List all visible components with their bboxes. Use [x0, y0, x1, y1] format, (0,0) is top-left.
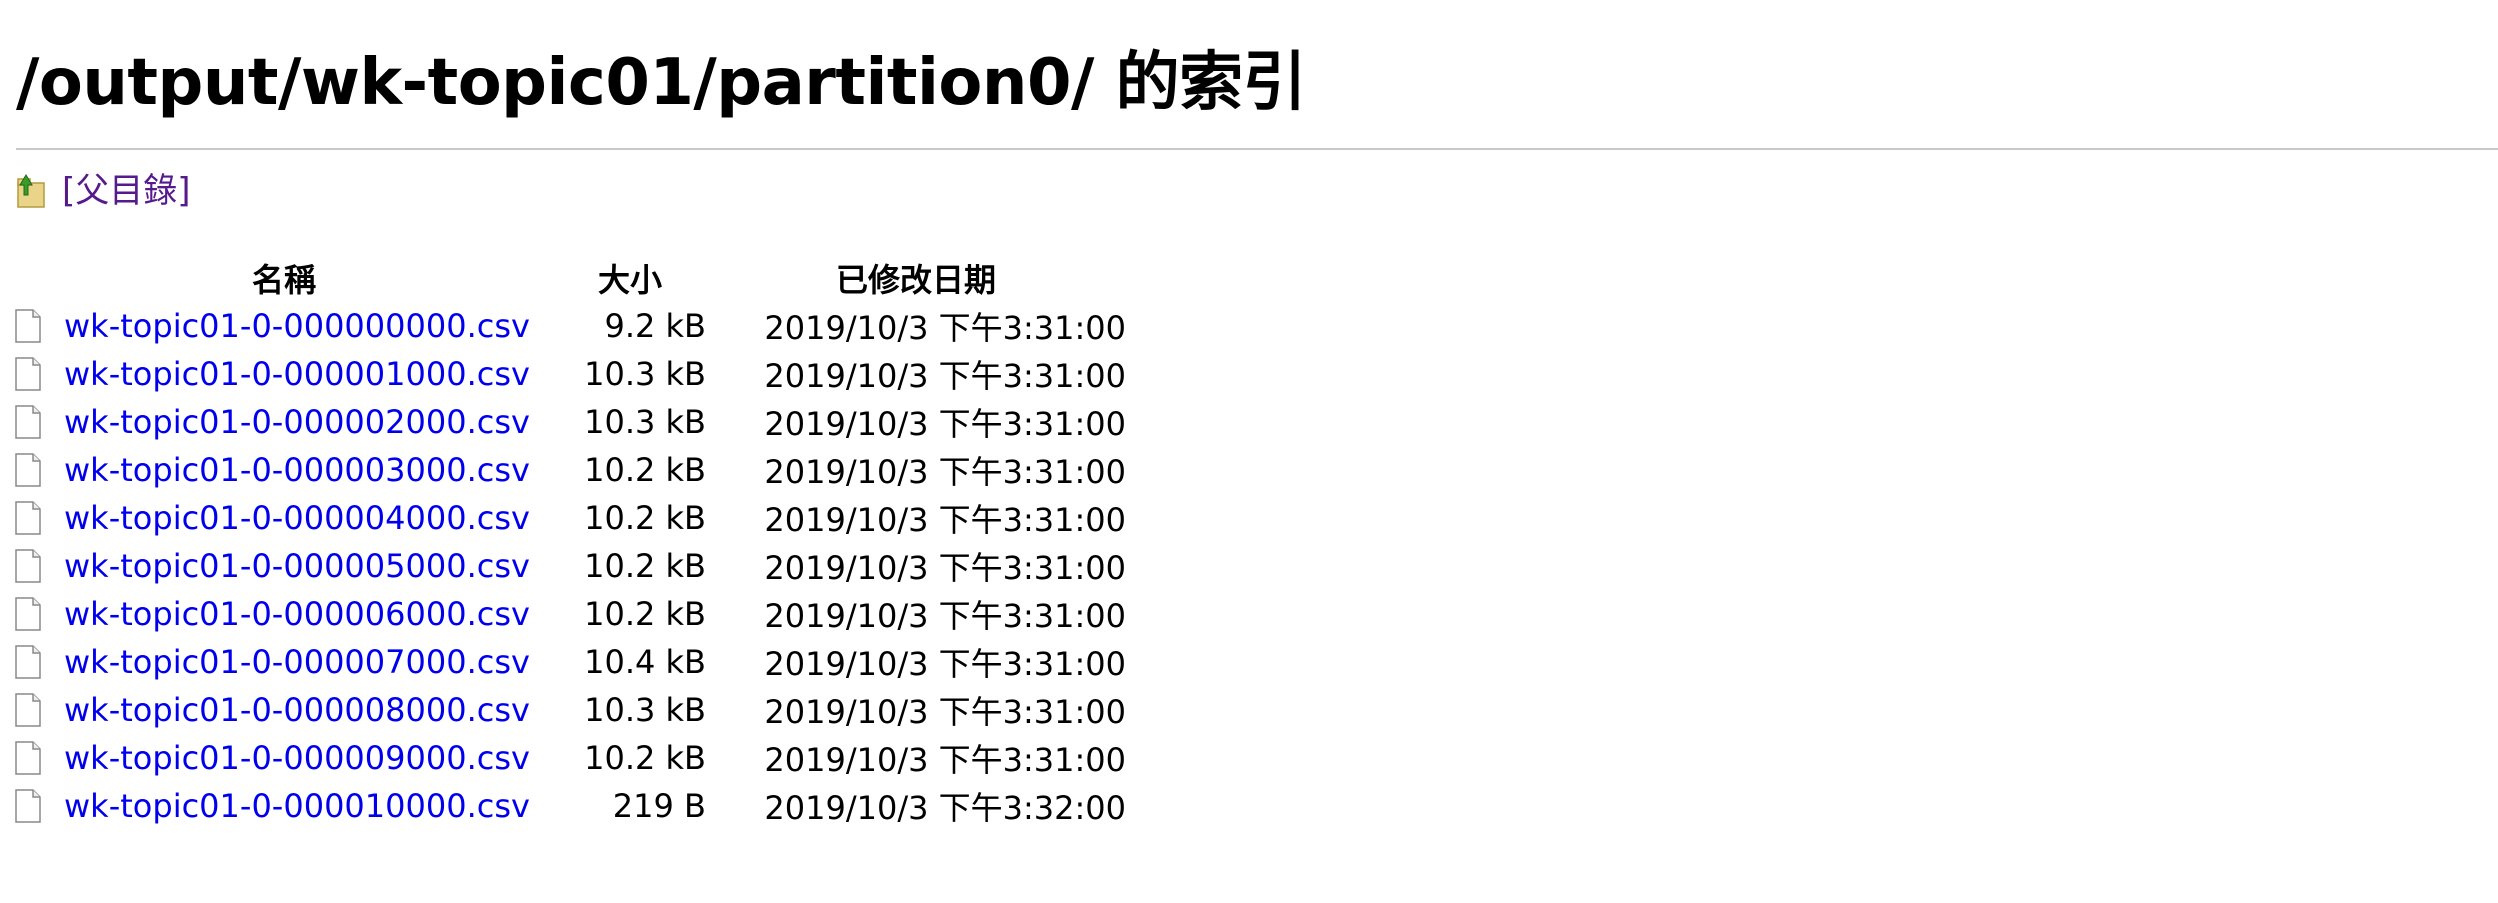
file-icon[interactable] [14, 501, 42, 535]
file-size-cell: 10.4 kB [584, 643, 706, 681]
page-title: /output/wk-topic01/partition0/ 的索引 [16, 46, 1307, 120]
table-row: wk-topic01-0-000003000.csv 10.2 kB 2019/10… [14, 446, 1126, 494]
file-size-cell: 10.3 kB [584, 691, 706, 729]
file-table: 名稱 大小 已修改日期 wk-topic01-0-000000000.csv 9.… [14, 254, 1126, 830]
file-name-cell: wk-topic01-0-000000000.csv [14, 302, 554, 350]
file-link[interactable]: wk-topic01-0-000005000.csv [64, 547, 530, 585]
table-row: wk-topic01-0-000001000.csv 10.3 kB 2019/10… [14, 350, 1126, 398]
file-modified-cell: 2019/10/3 下午3:31:00 [764, 405, 1126, 443]
file-icon[interactable] [14, 549, 42, 583]
file-link[interactable]: wk-topic01-0-000008000.csv [64, 691, 530, 729]
file-name-cell: wk-topic01-0-000005000.csv [14, 542, 554, 590]
file-modified-cell: 2019/10/3 下午3:31:00 [764, 357, 1126, 395]
file-modified-cell: 2019/10/3 下午3:31:00 [764, 453, 1126, 491]
file-name-cell: wk-topic01-0-000008000.csv [14, 686, 554, 734]
file-icon[interactable] [14, 693, 42, 727]
file-link[interactable]: wk-topic01-0-000000000.csv [64, 307, 530, 345]
file-name-cell: wk-topic01-0-000006000.csv [14, 590, 554, 638]
file-icon[interactable] [14, 597, 42, 631]
file-icon[interactable] [14, 789, 42, 823]
file-name-cell: wk-topic01-0-000002000.csv [14, 398, 554, 446]
file-icon[interactable] [14, 741, 42, 775]
file-modified-cell: 2019/10/3 下午3:31:00 [764, 741, 1126, 779]
file-link[interactable]: wk-topic01-0-000001000.csv [64, 355, 530, 393]
file-size-cell: 10.2 kB [584, 499, 706, 537]
file-modified-cell: 2019/10/3 下午3:31:00 [764, 597, 1126, 635]
file-modified-cell: 2019/10/3 下午3:31:00 [764, 645, 1126, 683]
table-row: wk-topic01-0-000007000.csv 10.4 kB 2019/10… [14, 638, 1126, 686]
file-size-cell: 10.2 kB [584, 739, 706, 777]
table-row: wk-topic01-0-000009000.csv 10.2 kB 2019/10… [14, 734, 1126, 782]
table-row: wk-topic01-0-000004000.csv 10.2 kB 2019/10… [14, 494, 1126, 542]
file-link[interactable]: wk-topic01-0-000002000.csv [64, 403, 530, 441]
column-header-size[interactable]: 大小 [554, 254, 706, 302]
file-icon[interactable] [14, 309, 42, 343]
table-row: wk-topic01-0-000010000.csv 219 B 2019/10/3… [14, 782, 1126, 830]
file-size-cell: 10.2 kB [584, 547, 706, 585]
table-row: wk-topic01-0-000005000.csv 10.2 kB 2019/10… [14, 542, 1126, 590]
file-link[interactable]: wk-topic01-0-000006000.csv [64, 595, 530, 633]
table-header-row: 名稱 大小 已修改日期 [14, 254, 1126, 302]
file-icon[interactable] [14, 645, 42, 679]
table-row: wk-topic01-0-000008000.csv 10.3 kB 2019/10… [14, 686, 1126, 734]
file-icon[interactable] [14, 357, 42, 391]
file-size-cell: 10.3 kB [584, 355, 706, 393]
file-modified-cell: 2019/10/3 下午3:31:00 [764, 549, 1126, 587]
parent-directory-row: [父目錄] [16, 168, 191, 214]
file-name-cell: wk-topic01-0-000007000.csv [14, 638, 554, 686]
file-icon[interactable] [14, 453, 42, 487]
file-name-cell: wk-topic01-0-000001000.csv [14, 350, 554, 398]
file-modified-cell: 2019/10/3 下午3:31:00 [764, 501, 1126, 539]
file-size-cell: 9.2 kB [604, 307, 706, 345]
file-modified-cell: 2019/10/3 下午3:32:00 [764, 789, 1126, 827]
file-size-cell: 219 B [612, 787, 706, 825]
folder-up-icon[interactable] [16, 173, 48, 209]
file-link[interactable]: wk-topic01-0-000007000.csv [64, 643, 530, 681]
file-icon[interactable] [14, 405, 42, 439]
file-modified-cell: 2019/10/3 下午3:31:00 [764, 693, 1126, 731]
parent-directory-link[interactable]: [父目錄] [62, 168, 191, 214]
column-header-name[interactable]: 名稱 [14, 254, 554, 302]
table-row: wk-topic01-0-000000000.csv 9.2 kB 2019/10/… [14, 302, 1126, 350]
file-name-cell: wk-topic01-0-000010000.csv [14, 782, 554, 830]
file-name-cell: wk-topic01-0-000009000.csv [14, 734, 554, 782]
file-name-cell: wk-topic01-0-000003000.csv [14, 446, 554, 494]
column-header-modified[interactable]: 已修改日期 [706, 254, 1126, 302]
file-size-cell: 10.2 kB [584, 595, 706, 633]
file-size-cell: 10.2 kB [584, 451, 706, 489]
file-link[interactable]: wk-topic01-0-000004000.csv [64, 499, 530, 537]
file-size-cell: 10.3 kB [584, 403, 706, 441]
file-link[interactable]: wk-topic01-0-000010000.csv [64, 787, 530, 825]
file-name-cell: wk-topic01-0-000004000.csv [14, 494, 554, 542]
table-row: wk-topic01-0-000006000.csv 10.2 kB 2019/10… [14, 590, 1126, 638]
file-link[interactable]: wk-topic01-0-000009000.csv [64, 739, 530, 777]
file-modified-cell: 2019/10/3 下午3:31:00 [764, 309, 1126, 347]
divider [16, 148, 2498, 150]
directory-listing-page: /output/wk-topic01/partition0/ 的索引 [父目錄]… [0, 0, 2498, 903]
table-row: wk-topic01-0-000002000.csv 10.3 kB 2019/10… [14, 398, 1126, 446]
file-link[interactable]: wk-topic01-0-000003000.csv [64, 451, 530, 489]
